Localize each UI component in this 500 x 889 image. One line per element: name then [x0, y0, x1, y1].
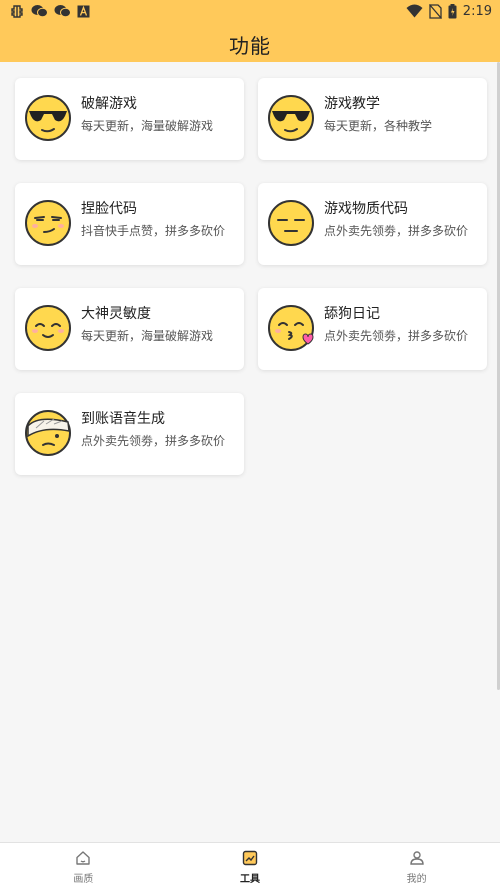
sunglasses-face-icon: [25, 95, 71, 141]
status-bar: 2:19: [0, 0, 500, 22]
bottom-nav: 画质 工具 我的: [0, 842, 500, 889]
sunglasses-face-icon: [268, 95, 314, 141]
feature-card-game-item-code[interactable]: 游戏物质代码 点外卖先领劵，拼多多砍价: [258, 183, 487, 265]
expressionless-face-icon: [268, 200, 314, 246]
card-title: 破解游戏: [81, 96, 137, 112]
nav-label: 工具: [240, 874, 260, 885]
no-sim-icon: [428, 3, 442, 19]
feature-card-face-code[interactable]: 捏脸代码 抖音快手点赞，拼多多砍价: [15, 183, 244, 265]
nav-label: 我的: [406, 874, 427, 885]
bandage-face-icon: [25, 410, 71, 456]
feature-card-game-tutorial[interactable]: 游戏教学 每天更新，各种教学: [258, 78, 487, 160]
feature-card-diary[interactable]: 舔狗日记 点外卖先领劵，拼多多砍价: [258, 288, 487, 370]
wifi-icon: [406, 3, 423, 19]
nav-label: 画质: [73, 874, 94, 885]
user-icon: [409, 851, 424, 865]
card-description: 抖音快手点赞，拼多多砍价: [81, 224, 226, 238]
font-icon: [77, 3, 90, 19]
card-description: 每天更新，各种教学: [324, 119, 433, 133]
card-title: 大神灵敏度: [81, 306, 151, 322]
nav-item-mine[interactable]: 我的: [333, 843, 500, 889]
wechat-icon: [54, 3, 71, 19]
bug-icon: [9, 3, 25, 19]
kiss-face-icon: [268, 305, 314, 351]
card-title: 到账语音生成: [81, 411, 165, 427]
tools-icon: [242, 850, 258, 866]
top-bar: 2:19 功能: [0, 0, 500, 62]
smirk-face-icon: [25, 200, 71, 246]
feature-card-voice-generator[interactable]: 到账语音生成 点外卖先领劵，拼多多砍价: [15, 393, 244, 475]
card-description: 每天更新，海量破解游戏: [81, 329, 214, 343]
card-description: 每天更新，海量破解游戏: [81, 119, 214, 133]
page-title: 功能: [229, 34, 271, 58]
home-icon: [76, 851, 91, 865]
wink-face-icon: [25, 305, 71, 351]
card-description: 点外卖先领劵，拼多多砍价: [81, 434, 226, 448]
nav-item-tools[interactable]: 工具: [167, 843, 334, 889]
feature-card-crack-games[interactable]: 破解游戏 每天更新，海量破解游戏: [15, 78, 244, 160]
status-time: 2:19: [462, 3, 492, 19]
card-description: 点外卖先领劵，拼多多砍价: [324, 329, 469, 343]
card-title: 游戏教学: [324, 96, 380, 112]
feature-card-sensitivity[interactable]: 大神灵敏度 每天更新，海量破解游戏: [15, 288, 244, 370]
wechat-icon: [31, 3, 48, 19]
nav-item-quality[interactable]: 画质: [0, 843, 167, 889]
card-title: 游戏物质代码: [324, 201, 408, 217]
card-title: 舔狗日记: [324, 306, 380, 322]
card-title: 捏脸代码: [81, 201, 137, 217]
battery-icon: [448, 3, 457, 19]
card-description: 点外卖先领劵，拼多多砍价: [324, 224, 469, 238]
